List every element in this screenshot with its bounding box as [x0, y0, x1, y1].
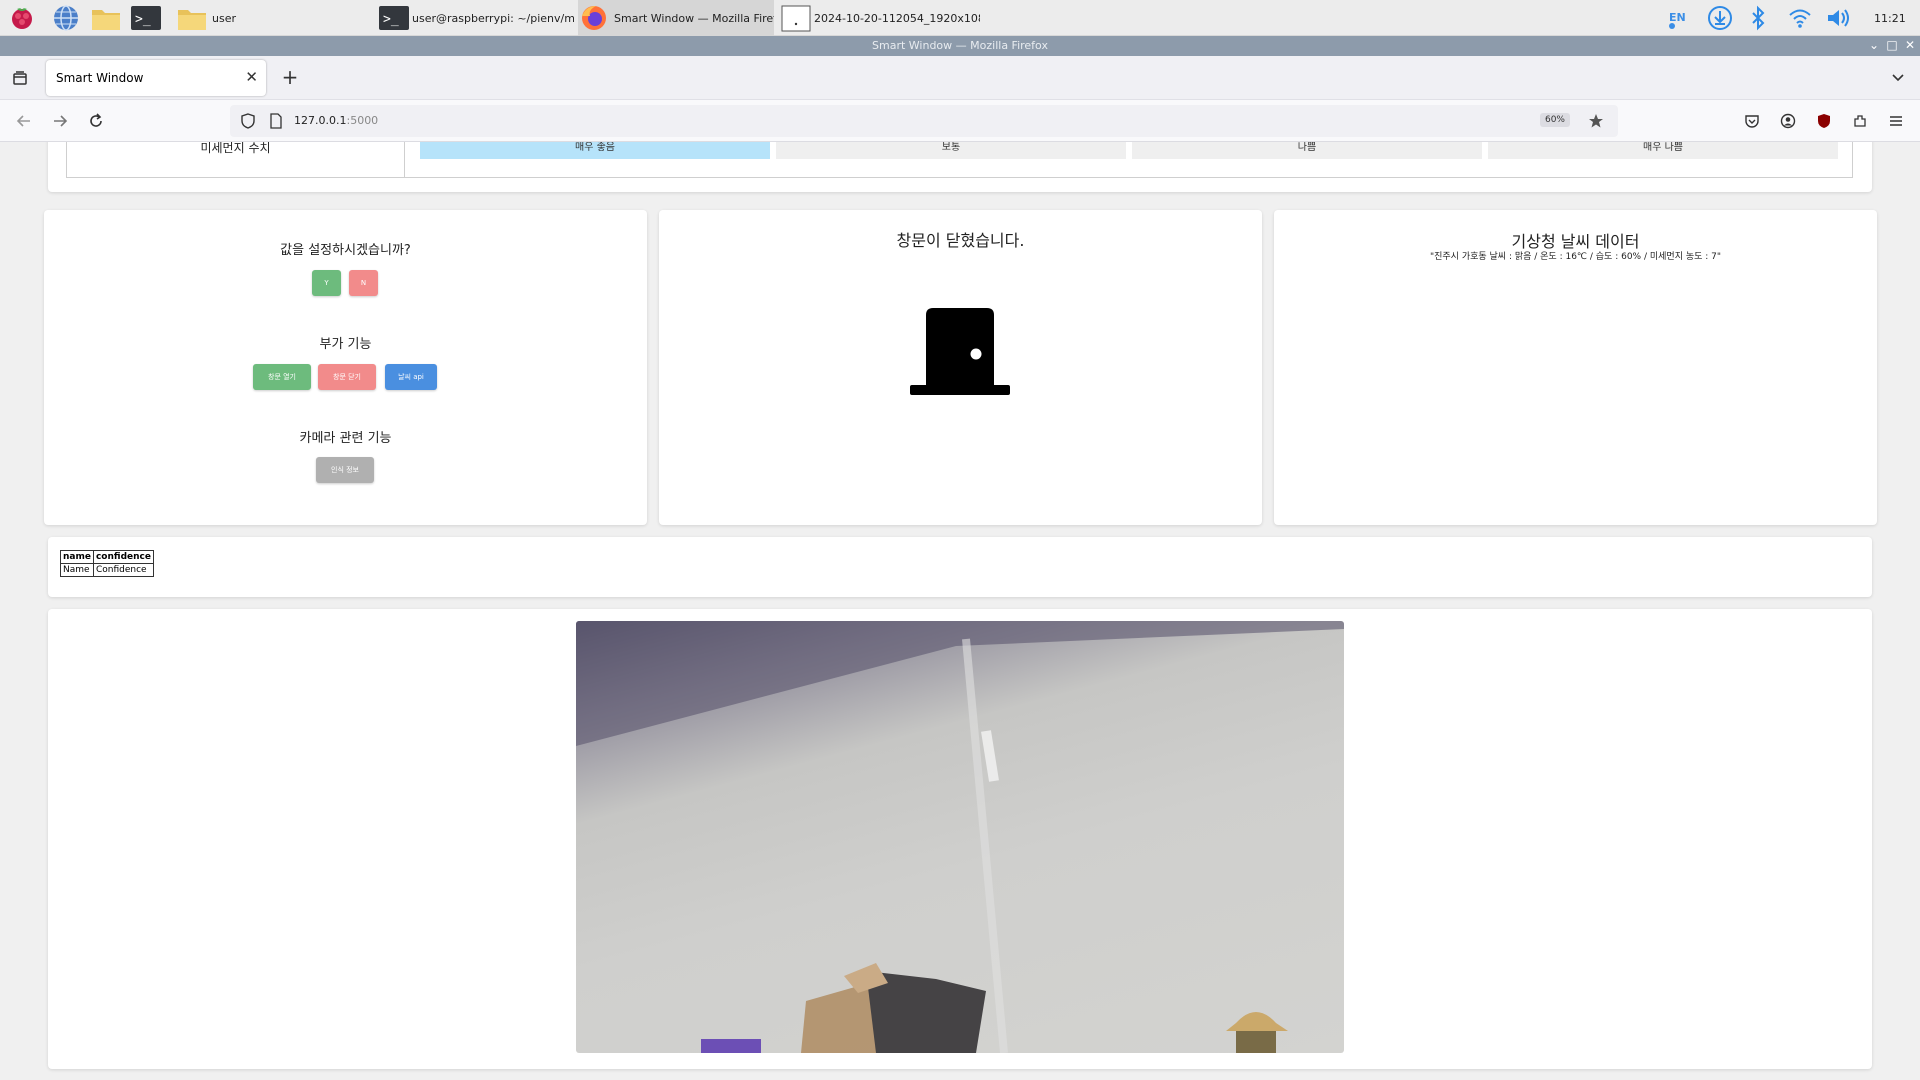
terminal-launcher-icon[interactable]: >_ [130, 0, 164, 36]
taskbar-item-user-folder[interactable]: user [176, 0, 356, 36]
maximize-icon[interactable]: □ [1884, 38, 1900, 52]
dust-level-bad: 나쁨 [1132, 142, 1482, 159]
taskbar-item-terminal[interactable]: >_ user@raspberrypi: ~/pienv/myfla... [378, 0, 574, 36]
taskbar-item-label: Smart Window — Mozilla Firefox [614, 11, 774, 25]
control-card: 값을 설정하시겠습니까? Y N 부가 기능 창문 열기 창문 닫기 날씨 ap… [44, 210, 647, 525]
wifi-icon[interactable] [1786, 0, 1814, 36]
reload-icon[interactable] [84, 109, 108, 133]
dust-level-very-good: 매우 좋음 [420, 142, 770, 159]
raspberry-menu-icon[interactable] [8, 0, 38, 36]
zoom-indicator[interactable]: 60% [1539, 113, 1570, 127]
window-status-title: 창문이 닫혔습니다. [896, 231, 1025, 250]
window-titlebar: Smart Window — Mozilla Firefox ⌄ □ ✕ [0, 36, 1920, 56]
weather-card: 기상청 날씨 데이터 "진주시 가호동 날씨 : 맑음 / 온도 : 16℃ /… [1274, 210, 1877, 525]
tab-strip: Smart Window ✕ + [0, 56, 1920, 100]
taskbar-item-firefox[interactable]: Smart Window — Mozilla Firefox [578, 0, 774, 36]
table-cell: Confidence [92, 563, 154, 577]
taskbar: >_ user >_ user@raspberrypi: ~/pienv/myf… [0, 0, 1920, 36]
back-icon[interactable] [12, 109, 36, 133]
open-window-button[interactable]: 창문 열기 [253, 364, 311, 390]
forward-icon[interactable] [48, 109, 72, 133]
clock[interactable]: 11:21 [1874, 0, 1914, 36]
table-cell: Name [60, 563, 94, 577]
pocket-icon[interactable] [1740, 109, 1764, 133]
dust-card: 미세먼지 수치 매우 좋음 보통 나쁨 매우 나쁨 [48, 142, 1872, 192]
camera-feed [576, 621, 1344, 1053]
table-header-row: name confidence [60, 550, 154, 564]
taskbar-item-label: 2024-10-20-112054_1920x1080... [814, 11, 980, 25]
minimize-icon[interactable]: ⌄ [1866, 38, 1882, 52]
bluetooth-icon[interactable] [1748, 0, 1772, 36]
window-title: Smart Window — Mozilla Firefox [872, 39, 1048, 52]
tracking-protection-icon[interactable] [236, 109, 260, 133]
recognize-info-button[interactable]: 인식 정보 [316, 457, 374, 483]
dust-level-very-bad: 매우 나쁨 [1488, 142, 1838, 159]
file-manager-icon[interactable] [90, 0, 124, 36]
camera-card [48, 609, 1872, 1069]
column-header: confidence [92, 550, 154, 564]
dust-table: 미세먼지 수치 매우 좋음 보통 나쁨 매우 나쁨 [66, 142, 1853, 178]
door-closed-icon [908, 305, 1012, 401]
weather-text: "진주시 가호동 날씨 : 맑음 / 온도 : 16℃ / 습도 : 60% /… [1429, 252, 1722, 262]
tab-overview-icon[interactable] [8, 66, 32, 90]
set-question: 값을 설정하시겠습니까? [280, 243, 411, 258]
taskbar-item-label: user [212, 11, 236, 25]
svg-text:>_: >_ [383, 12, 399, 27]
download-icon[interactable] [1706, 0, 1734, 36]
url-port: :5000 [346, 114, 379, 127]
new-tab-icon[interactable]: + [278, 65, 302, 89]
weather-api-button[interactable]: 날씨 api [385, 364, 437, 390]
window-status-card: 창문이 닫혔습니다. [659, 210, 1262, 525]
keyboard-layout-label: EN [1669, 11, 1686, 24]
ublock-icon[interactable] [1812, 109, 1836, 133]
extensions-icon[interactable] [1848, 109, 1872, 133]
page-info-icon[interactable] [264, 109, 288, 133]
yes-button[interactable]: Y [312, 270, 341, 296]
list-tabs-icon[interactable] [1886, 65, 1910, 89]
url-bar[interactable]: 127.0.0.1:5000 60% [230, 105, 1618, 137]
taskbar-item-label: user@raspberrypi: ~/pienv/myfla... [412, 11, 574, 25]
no-button[interactable]: N [349, 270, 378, 296]
url-host: 127.0.0.1 [294, 114, 347, 127]
menu-icon[interactable] [1884, 109, 1908, 133]
table-row: Name Confidence [60, 563, 154, 577]
account-icon[interactable] [1776, 109, 1800, 133]
navigation-bar: 127.0.0.1:5000 60% [0, 100, 1920, 142]
camera-title: 카메라 관련 기능 [299, 431, 392, 446]
browser-launcher-icon[interactable] [52, 0, 82, 36]
close-window-button[interactable]: 창문 닫기 [318, 364, 376, 390]
taskbar-item-screenshot[interactable]: 2024-10-20-112054_1920x1080... [780, 0, 980, 36]
tab-smart-window[interactable]: Smart Window ✕ [46, 60, 266, 96]
page-content: 미세먼지 수치 매우 좋음 보통 나쁨 매우 나쁨 값을 설정하시겠습니까? Y… [0, 142, 1920, 1080]
dust-label: 미세먼지 수치 [67, 142, 405, 177]
url-text[interactable]: 127.0.0.1:5000 [294, 114, 378, 127]
close-window-icon[interactable]: ✕ [1902, 38, 1918, 52]
volume-icon[interactable] [1824, 0, 1852, 36]
close-tab-icon[interactable]: ✕ [245, 68, 258, 86]
detection-card: name confidence Name Confidence [48, 537, 1872, 597]
detection-table: name confidence Name Confidence [60, 550, 154, 577]
extra-title: 부가 기능 [319, 337, 372, 352]
dust-level-normal: 보통 [776, 142, 1126, 159]
bookmark-star-icon[interactable] [1584, 109, 1608, 133]
column-header: name [60, 550, 94, 564]
keyboard-layout-icon[interactable]: EN [1666, 0, 1694, 36]
svg-text:>_: >_ [135, 12, 151, 27]
tab-title: Smart Window [56, 71, 144, 85]
